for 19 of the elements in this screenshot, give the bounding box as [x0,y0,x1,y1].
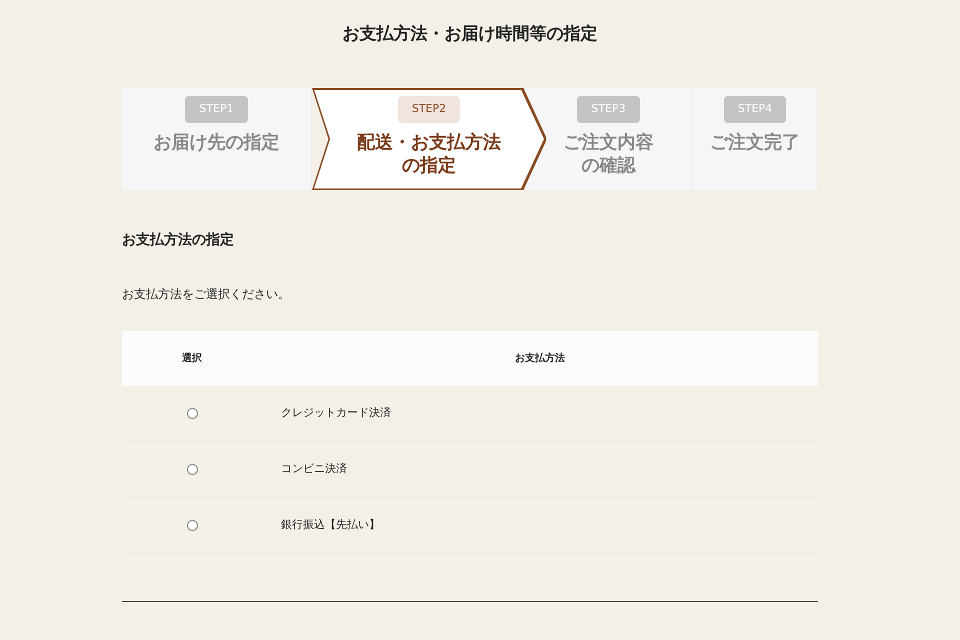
radio-button[interactable] [186,520,198,532]
step-label: ご注文完了 [710,130,800,154]
payment-method-label: 銀行振込【先払い】 [281,518,380,532]
step-badge: STEP1 [185,96,248,122]
step-badge: STEP3 [577,96,640,122]
step-label: ご注文内容の確認 [562,130,654,178]
step-label: お届け先の指定 [154,130,280,154]
column-header: 選択 [182,353,202,364]
step-label: 配送・お支払方法の指定 [356,130,502,178]
step-badge: STEP2 [398,96,460,122]
page-title: お支払方法・お届け時間等の指定 [342,23,598,46]
instruction-text: お支払方法をご選択ください。 [122,286,291,303]
column-header: お支払方法 [515,353,565,364]
section-heading: お支払方法の指定 [122,230,235,250]
radio-button[interactable] [186,408,198,420]
step-badge: STEP4 [724,96,786,122]
payment-method-label: コンビニ決済 [281,462,347,476]
payment-method-label: クレジットカード決済 [281,406,391,420]
radio-button[interactable] [186,464,198,476]
